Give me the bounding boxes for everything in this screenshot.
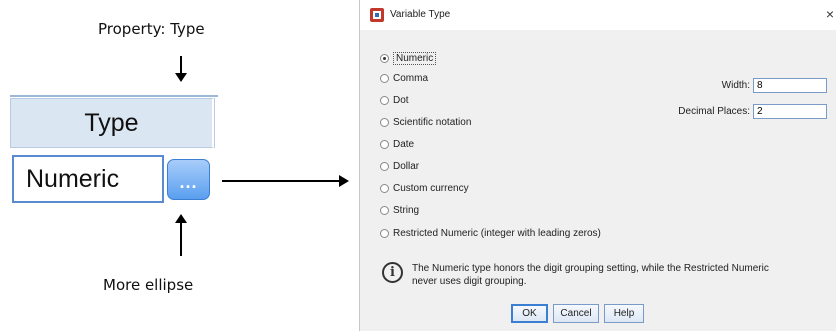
type-cell[interactable]: Numeric [12, 155, 164, 203]
column-separator [214, 98, 219, 148]
width-label: Width: [721, 80, 750, 91]
ok-button[interactable]: OK [511, 304, 548, 323]
dialog-title: Variable Type [390, 9, 451, 20]
radio-restricted-numeric[interactable]: Restricted Numeric (integer with leading… [380, 226, 601, 240]
radio-comma[interactable]: Comma [380, 71, 428, 85]
radio-dot[interactable]: Dot [380, 93, 409, 107]
column-header-topline [10, 95, 218, 97]
radio-button-icon[interactable] [380, 205, 389, 215]
decimal-places-label: Decimal Places: [678, 106, 750, 117]
radio-dollar[interactable]: Dollar [380, 159, 419, 173]
info-message: The Numeric type honors the digit groupi… [412, 263, 769, 287]
radio-label: Numeric [393, 51, 437, 65]
help-button[interactable]: Help [604, 304, 644, 323]
dialog-titlebar: Variable Type × [360, 0, 836, 30]
radio-button-icon[interactable] [380, 53, 389, 63]
variable-type-dialog: Variable Type × Numeric Comma Dot Scient… [359, 0, 836, 331]
radio-label: Dollar [393, 160, 420, 172]
radio-button-icon[interactable] [380, 161, 389, 171]
radio-label: Dot [393, 94, 409, 106]
radio-button-icon[interactable] [380, 73, 389, 83]
radio-custom-currency[interactable]: Custom currency [380, 181, 469, 195]
up-arrow-icon [175, 214, 187, 256]
radio-label: Comma [393, 72, 429, 84]
app-icon [370, 8, 384, 22]
cancel-button[interactable]: Cancel [553, 304, 599, 323]
radio-button-icon[interactable] [380, 228, 389, 238]
radio-button-icon[interactable] [380, 183, 389, 193]
radio-label: Restricted Numeric (integer with leading… [393, 227, 601, 239]
down-arrow-icon [175, 56, 187, 82]
more-ellipse-annotation: More ellipse [103, 276, 194, 294]
info-icon: i [382, 262, 403, 283]
radio-label: Scientific notation [393, 116, 472, 128]
radio-button-icon[interactable] [380, 95, 389, 105]
radio-string[interactable]: String [380, 203, 419, 217]
radio-date[interactable]: Date [380, 137, 414, 151]
radio-button-icon[interactable] [380, 117, 389, 127]
radio-label: Date [393, 138, 415, 150]
more-ellipsis-button[interactable]: ... [167, 159, 210, 200]
radio-label: String [393, 204, 420, 216]
width-field[interactable] [753, 78, 827, 93]
decimal-places-field[interactable] [753, 104, 827, 119]
type-column-header[interactable]: Type [10, 98, 214, 148]
radio-numeric[interactable]: Numeric [380, 51, 437, 65]
close-icon[interactable]: × [826, 6, 834, 22]
property-type-annotation: Property: Type [98, 20, 205, 38]
radio-scientific[interactable]: Scientific notation [380, 115, 471, 129]
right-arrow-icon [222, 175, 349, 187]
radio-button-icon[interactable] [380, 139, 389, 149]
radio-label: Custom currency [393, 182, 469, 194]
